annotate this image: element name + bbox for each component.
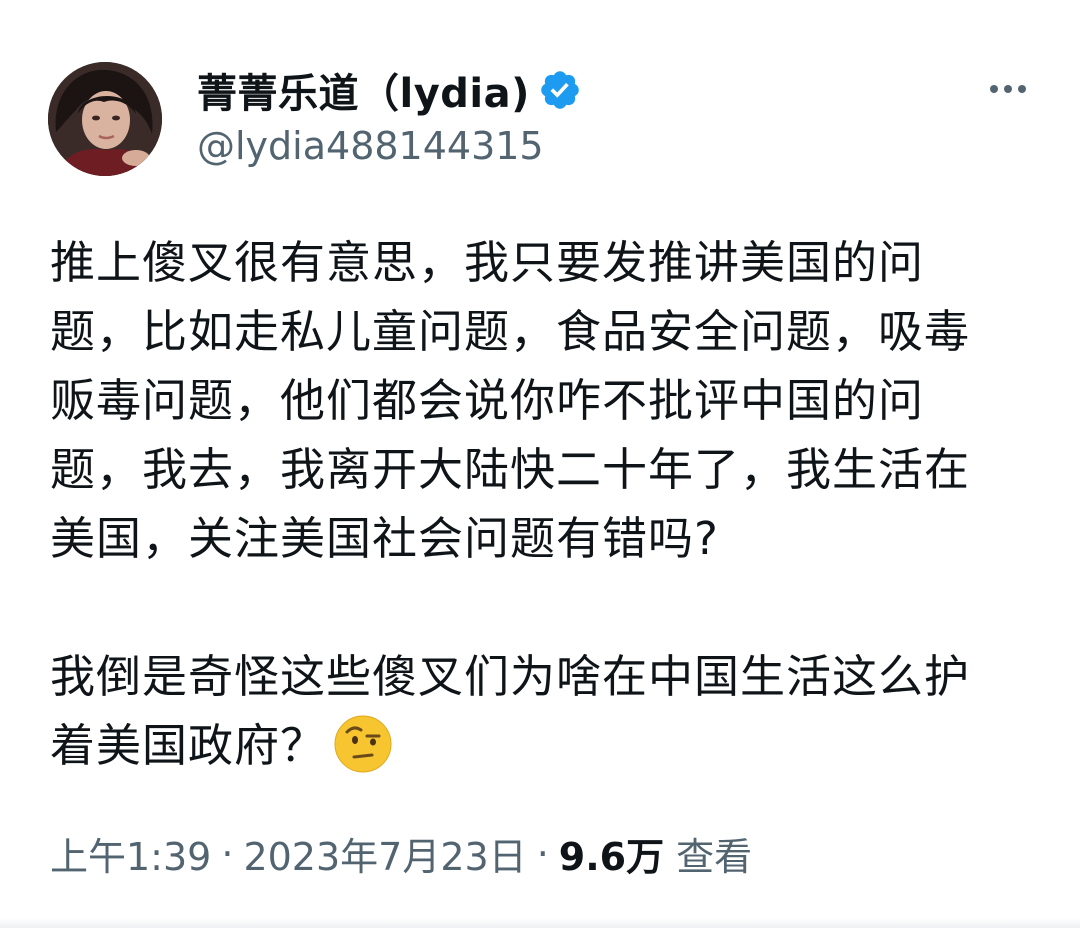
verified-check-icon (538, 68, 582, 112)
tweet-meta: 上午1:39 · 2023年7月23日 · 9.6万 查看 (50, 826, 752, 881)
display-name[interactable]: 菁菁乐道（lydia) (197, 61, 530, 119)
face-with-raised-eyebrow-emoji (334, 715, 392, 773)
meta-separator: · (536, 831, 549, 876)
meta-separator: · (221, 831, 234, 876)
more-horizontal-icon (1004, 85, 1012, 93)
more-horizontal-icon (990, 85, 998, 93)
tweet-author: 菁菁乐道（lydia) @lydia488144315 (197, 62, 582, 168)
tweet-paragraph: 推上傻叉很有意思，我只要发推讲美国的问 题，比如走私儿童问题，食品安全问题，吸毒… (50, 236, 971, 565)
avatar-photo (48, 62, 162, 176)
tweet-date[interactable]: 2023年7月23日 (243, 826, 526, 881)
more-horizontal-icon (1018, 85, 1026, 93)
tweet-paragraph-text: 我倒是奇怪这些傻叉们为啥在中国生活这么护 着美国政府？ (50, 650, 971, 772)
tweet-text: 推上傻叉很有意思，我只要发推讲美国的问 题，比如走私儿童问题，食品安全问题，吸毒… (50, 228, 1015, 780)
tweet-time[interactable]: 上午1:39 (50, 826, 211, 881)
display-name-row: 菁菁乐道（lydia) (197, 62, 582, 118)
more-options-button[interactable] (980, 72, 1036, 106)
tweet-paragraph: 我倒是奇怪这些傻叉们为啥在中国生活这么护 着美国政府？ (50, 642, 1015, 780)
avatar[interactable] (48, 62, 162, 176)
tweet-card: 菁菁乐道（lydia) @lydia488144315 推上傻叉很有意思，我只要… (0, 0, 1080, 928)
views-count[interactable]: 9.6万 (559, 826, 664, 881)
user-handle[interactable]: @lydia488144315 (197, 124, 582, 168)
views-label: 查看 (676, 835, 753, 879)
bottom-divider (0, 918, 1080, 928)
